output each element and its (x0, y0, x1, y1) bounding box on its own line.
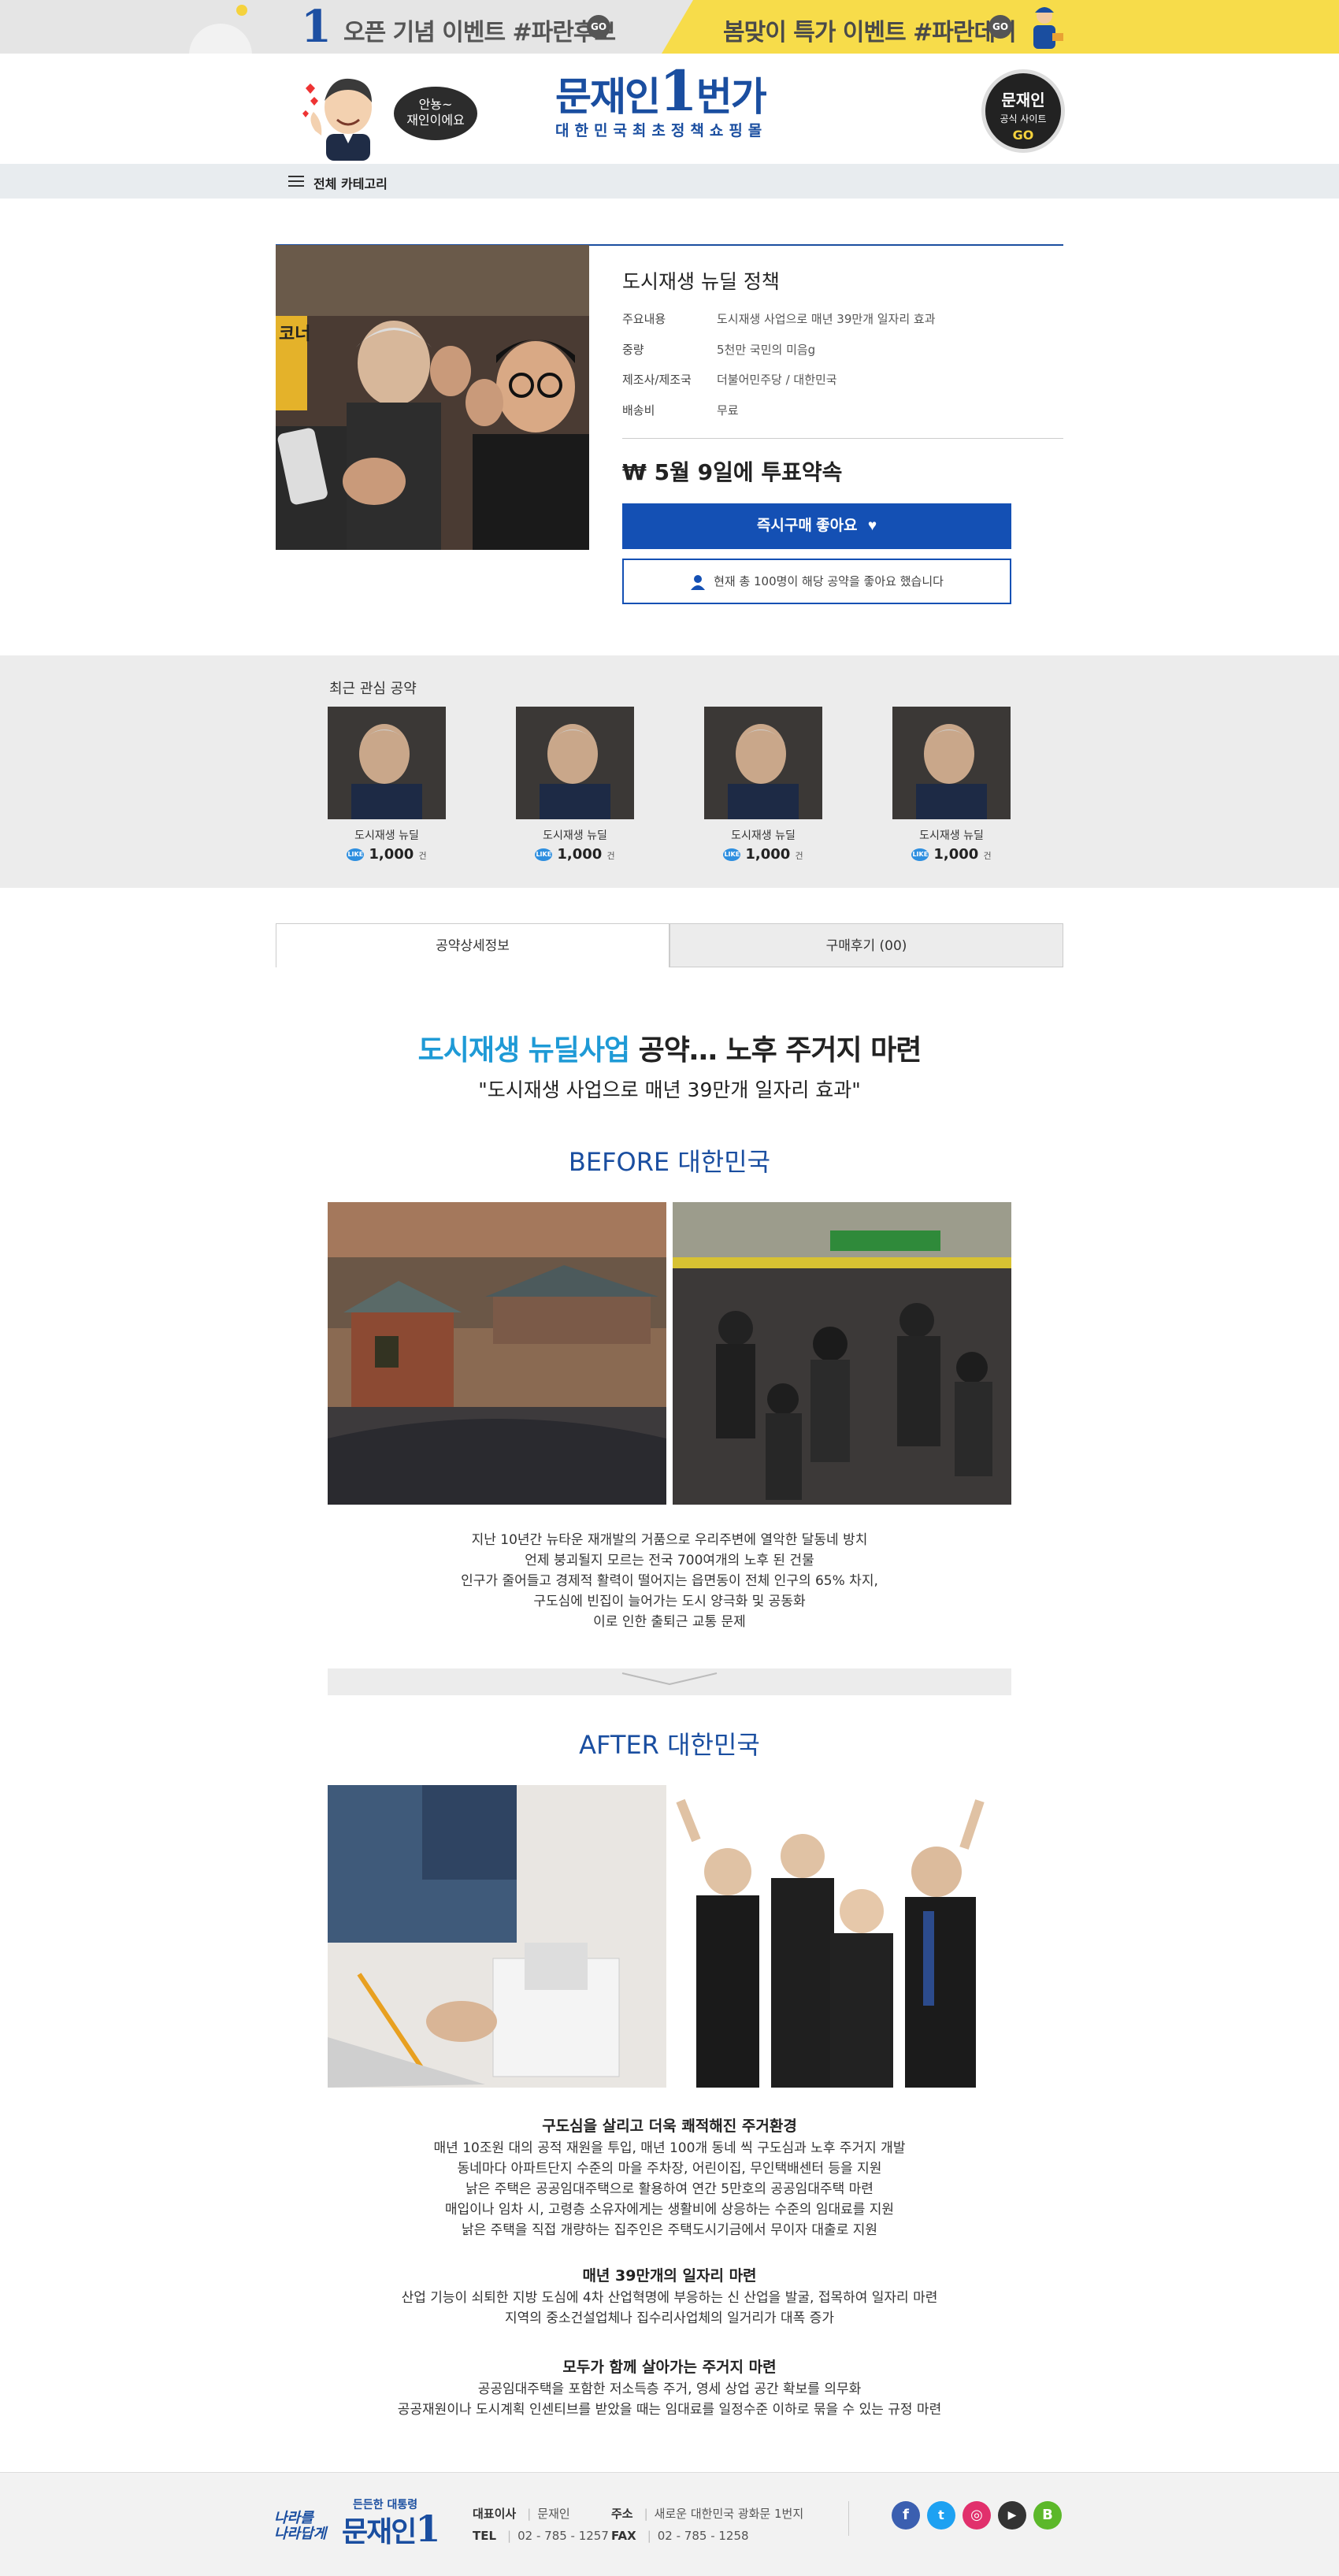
recent-pledge-count: LIKE 1,000 건 (535, 846, 615, 863)
bubble-line-1: 안뇽~ (418, 97, 453, 112)
youtube-icon[interactable]: ▶ (998, 2501, 1026, 2530)
heart-icon: ♥ (867, 518, 877, 534)
footer-tel: TEL | 02 - 785 - 1257 (473, 2529, 609, 2543)
after-block-body: 공공임대주택을 포함한 저소득층 주거, 영세 상업 공간 확보를 의무화 공공… (397, 2381, 942, 2418)
after-heading: AFTER 대한민국 (579, 1730, 760, 1760)
cartoon-avatar (302, 78, 372, 161)
after-block-title: 구도심을 살리고 더욱 쾌적해진 주거환경 (542, 2118, 797, 2135)
person-icon (691, 574, 706, 590)
spec-label: 배송비 (622, 403, 655, 418)
footer-slogan: 나라를 나라답게 (274, 2510, 327, 2542)
like-chip-icon: LIKE (911, 848, 929, 861)
recent-pledge-card[interactable]: 도시재생 뉴딜 LIKE 1,000 건 (328, 707, 446, 863)
like-chip-icon: LIKE (723, 848, 741, 861)
banner-number-one: 1 (301, 1, 332, 53)
recent-pledge-thumbnail[interactable] (516, 707, 634, 819)
all-categories-button[interactable]: 전체 카테고리 (313, 173, 388, 192)
product-divider (622, 438, 1063, 439)
footer-ceo: 대표이사 | 문재인 (473, 2507, 570, 2521)
recent-pledge-count: LIKE 1,000 건 (911, 846, 992, 863)
product-photo: 코너 (276, 245, 589, 550)
section-divider (328, 1668, 1011, 1695)
spec-label: 중량 (622, 343, 644, 357)
logo-name: 문재인 (555, 74, 661, 120)
after-block-title: 매년 39만개의 일자리 마련 (582, 2267, 757, 2285)
spec-value: 무료 (717, 403, 739, 418)
top-event-banner[interactable]: 1 오픈 기념 이벤트 #파란후보 GO 봄맞이 특가 이벤트 #파란데이 GO (0, 0, 1339, 54)
footer-logo-name: 문재인1 (342, 2507, 440, 2550)
footer-address: 주소 | 새로운 대한민국 광화문 1번지 (611, 2507, 804, 2521)
twitter-icon[interactable]: t (927, 2501, 955, 2530)
spec-value: 도시재생 사업으로 매년 39만개 일자리 효과 (717, 312, 936, 326)
after-block-body: 산업 기능이 쇠퇴한 지방 도심에 4차 산업혁명에 부응하는 신 산업을 발굴… (401, 2290, 938, 2326)
after-block-title: 모두가 함께 살아가는 주거지 마련 (562, 2359, 777, 2376)
site-logo[interactable]: 문재인1번가 대한민국최초정책쇼핑몰 (555, 64, 792, 140)
after-business-team-photo (673, 1785, 1011, 2088)
product-price: ₩ 5월 9일에 투표약속 (622, 459, 843, 485)
detail-subheadline: "도시재생 사업으로 매년 39만개 일자리 효과" (478, 1078, 861, 1101)
banner-left-go-chip[interactable]: GO (587, 15, 610, 39)
recent-pledge-count: LIKE 1,000 건 (723, 846, 803, 863)
before-rooftops-photo (328, 1202, 666, 1505)
recent-pledge-thumbnail[interactable] (892, 707, 1011, 819)
recent-pledges-title: 최근 관심 공약 (329, 681, 417, 697)
banner-left-text[interactable]: 오픈 기념 이벤트 #파란후보 (343, 13, 616, 47)
recent-pledges-section (0, 655, 1339, 888)
product-title: 도시재생 뉴딜 정책 (622, 270, 780, 293)
spec-label: 주요내용 (622, 312, 666, 326)
buy-button-label: 즉시구매 좋아요 (756, 518, 858, 534)
facebook-icon[interactable]: f (892, 2501, 920, 2530)
official-site-button[interactable]: 문재인 공식 사이트 GO (981, 69, 1065, 153)
recent-pledge-thumbnail[interactable] (704, 707, 822, 819)
buy-now-like-button[interactable]: 즉시구매 좋아요 ♥ (622, 503, 1011, 549)
delivery-man-icon (1033, 7, 1063, 49)
footer-fax: FAX | 02 - 785 - 1258 (611, 2529, 749, 2543)
like-note-text: 현재 총 100명이 해당 공약을 좋아요 했습니다 (714, 574, 944, 588)
decoration-circle (189, 24, 252, 54)
bubble-line-2: 재인이에요 (406, 113, 465, 128)
svg-text:코너: 코너 (279, 325, 310, 344)
like-chip-icon: LIKE (535, 848, 553, 861)
instagram-icon[interactable]: ◎ (963, 2501, 991, 2530)
after-blueprint-photo (328, 1785, 666, 2088)
like-chip-icon: LIKE (347, 848, 365, 861)
hamburger-menu-icon[interactable] (288, 176, 304, 187)
logo-one: 1 (659, 58, 698, 124)
official-label: 공식 사이트 (1000, 113, 1047, 124)
recent-pledge-card[interactable]: 도시재생 뉴딜 LIKE 1,000 건 (704, 707, 822, 863)
recent-pledge-count: LIKE 1,000 건 (347, 846, 427, 863)
blog-icon[interactable]: B (1033, 2501, 1062, 2530)
recent-pledge-card[interactable]: 도시재생 뉴딜 LIKE 1,000 건 (516, 707, 634, 863)
recent-pledge-card[interactable]: 도시재생 뉴딜 LIKE 1,000 건 (892, 707, 1011, 863)
official-name: 문재인 (1001, 91, 1045, 109)
before-subway-crowd-photo (673, 1202, 1011, 1505)
official-go: GO (1012, 128, 1034, 143)
chevron-down-icon (621, 1672, 718, 1686)
before-description: 지난 10년간 뉴타운 재개발의 거품으로 우리주변에 열악한 달동네 방치 언… (461, 1532, 878, 1630)
tab-pledge-detail[interactable]: 공약상세정보 (276, 923, 670, 967)
like-count-notice: 현재 총 100명이 해당 공약을 좋아요 했습니다 (622, 559, 1011, 604)
logo-tagline: 대한민국최초정책쇼핑몰 (555, 122, 768, 139)
decoration-dot (236, 5, 247, 16)
footer-divider (848, 2501, 849, 2536)
after-block-body: 매년 10조원 대의 공적 재원을 투입, 매년 100개 동네 씩 구도심과 … (433, 2140, 906, 2238)
recent-pledge-name: 도시재생 뉴딜 (543, 830, 607, 842)
speech-bubble: 안뇽~ 재인이에요 (394, 87, 477, 140)
banner-right-go-chip[interactable]: GO (988, 15, 1012, 39)
recent-pledge-name: 도시재생 뉴딜 (919, 830, 984, 842)
spec-label: 제조사/제조국 (622, 373, 692, 387)
site-footer (0, 2472, 1339, 2576)
spec-value: 5천만 국민의 미음g (717, 343, 816, 357)
spec-value: 더불어민주당 / 대한민국 (717, 373, 837, 387)
logo-wordmark: 문재인1번가 (555, 64, 792, 121)
logo-suffix: 번가 (695, 74, 767, 120)
recent-pledge-name: 도시재생 뉴딜 (731, 830, 796, 842)
detail-headline: 도시재생 뉴딜사업 공약… 노후 주거지 마련 (417, 1034, 922, 1067)
recent-pledge-name: 도시재생 뉴딜 (354, 830, 419, 842)
banner-right-text[interactable]: 봄맞이 특가 이벤트 #파란데이 (723, 13, 1017, 47)
tab-reviews[interactable]: 구매후기 (00) (670, 923, 1063, 967)
recent-pledge-thumbnail[interactable] (328, 707, 446, 819)
category-bar: 전체 카테고리 (0, 164, 1339, 199)
before-heading: BEFORE 대한민국 (568, 1147, 771, 1177)
